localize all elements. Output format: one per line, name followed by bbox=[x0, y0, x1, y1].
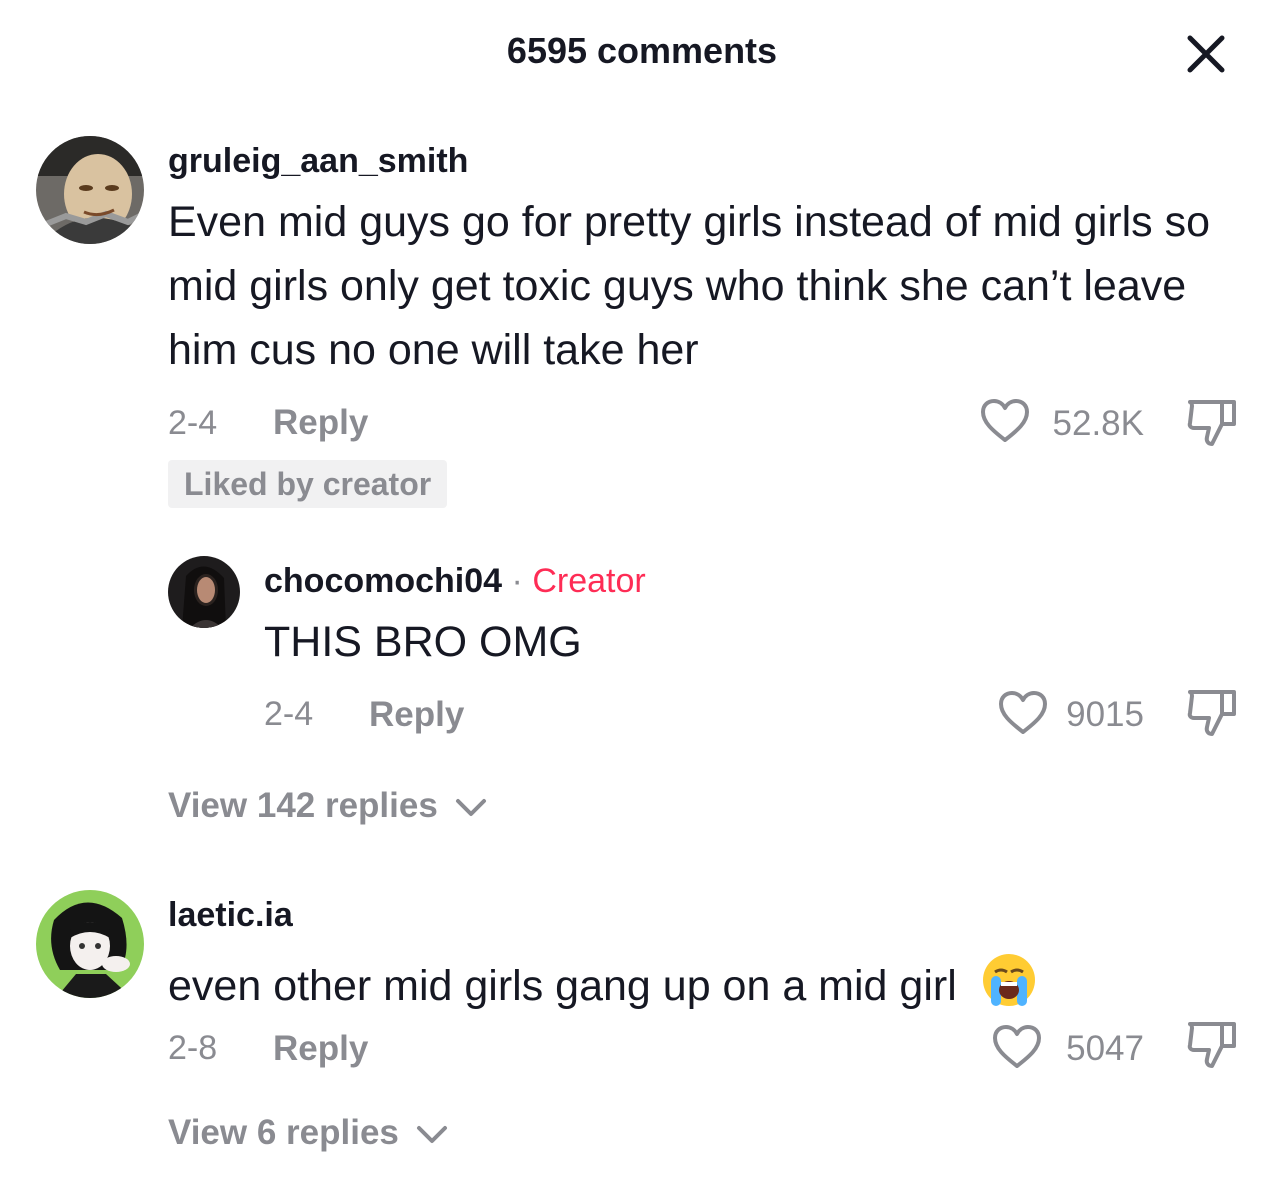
reply-date: 2-4 bbox=[264, 695, 314, 733]
comment-text: even other mid girls gang up on a mid gi… bbox=[168, 952, 1037, 1018]
thumbs-down-icon[interactable] bbox=[1186, 398, 1238, 448]
reply-text: THIS BRO OMG bbox=[264, 618, 582, 666]
chevron-down-icon bbox=[416, 1125, 447, 1143]
comments-count-title: 6595 comments bbox=[506, 30, 778, 71]
comment-username[interactable]: gruleig_aan_smith bbox=[168, 142, 468, 181]
reply-button[interactable]: Reply bbox=[273, 1029, 368, 1069]
close-icon[interactable] bbox=[1180, 28, 1232, 80]
comment-text: Even mid guys go for pretty girls instea… bbox=[168, 198, 1210, 374]
chevron-down-icon bbox=[455, 798, 486, 816]
like-count: 9015 bbox=[1066, 695, 1144, 734]
view-replies-label[interactable]: View 142 replies bbox=[168, 786, 438, 825]
comment-username[interactable]: laetic.ia bbox=[168, 896, 293, 935]
reply-button[interactable]: Reply bbox=[273, 403, 368, 443]
comment-text-content: even other mid girls gang up on a mid gi… bbox=[168, 962, 957, 1010]
reply-username[interactable]: chocomochi04 · Creator bbox=[264, 562, 646, 601]
comment-date: 2-8 bbox=[168, 1029, 218, 1067]
avatar[interactable] bbox=[36, 136, 144, 244]
liked-by-creator-badge: Liked by creator bbox=[168, 460, 448, 508]
view-replies-button[interactable]: View 6 replies bbox=[168, 1113, 449, 1153]
thumbs-down-icon[interactable] bbox=[1186, 1020, 1238, 1070]
reply-username-text[interactable]: chocomochi04 bbox=[264, 562, 502, 600]
separator-dot: · bbox=[511, 562, 523, 600]
avatar[interactable] bbox=[36, 890, 144, 998]
like-count: 5047 bbox=[1066, 1029, 1144, 1068]
loudly-crying-face-icon bbox=[982, 954, 1035, 1006]
view-replies-label[interactable]: View 6 replies bbox=[168, 1113, 399, 1152]
view-replies-button[interactable]: View 142 replies bbox=[168, 786, 488, 826]
comment-date: 2-4 bbox=[168, 404, 218, 442]
thumbs-down-icon[interactable] bbox=[1186, 688, 1238, 738]
reply-button[interactable]: Reply bbox=[369, 695, 464, 735]
creator-tag: Creator bbox=[532, 562, 646, 600]
avatar[interactable] bbox=[168, 556, 240, 628]
like-count: 52.8K bbox=[1052, 404, 1144, 443]
